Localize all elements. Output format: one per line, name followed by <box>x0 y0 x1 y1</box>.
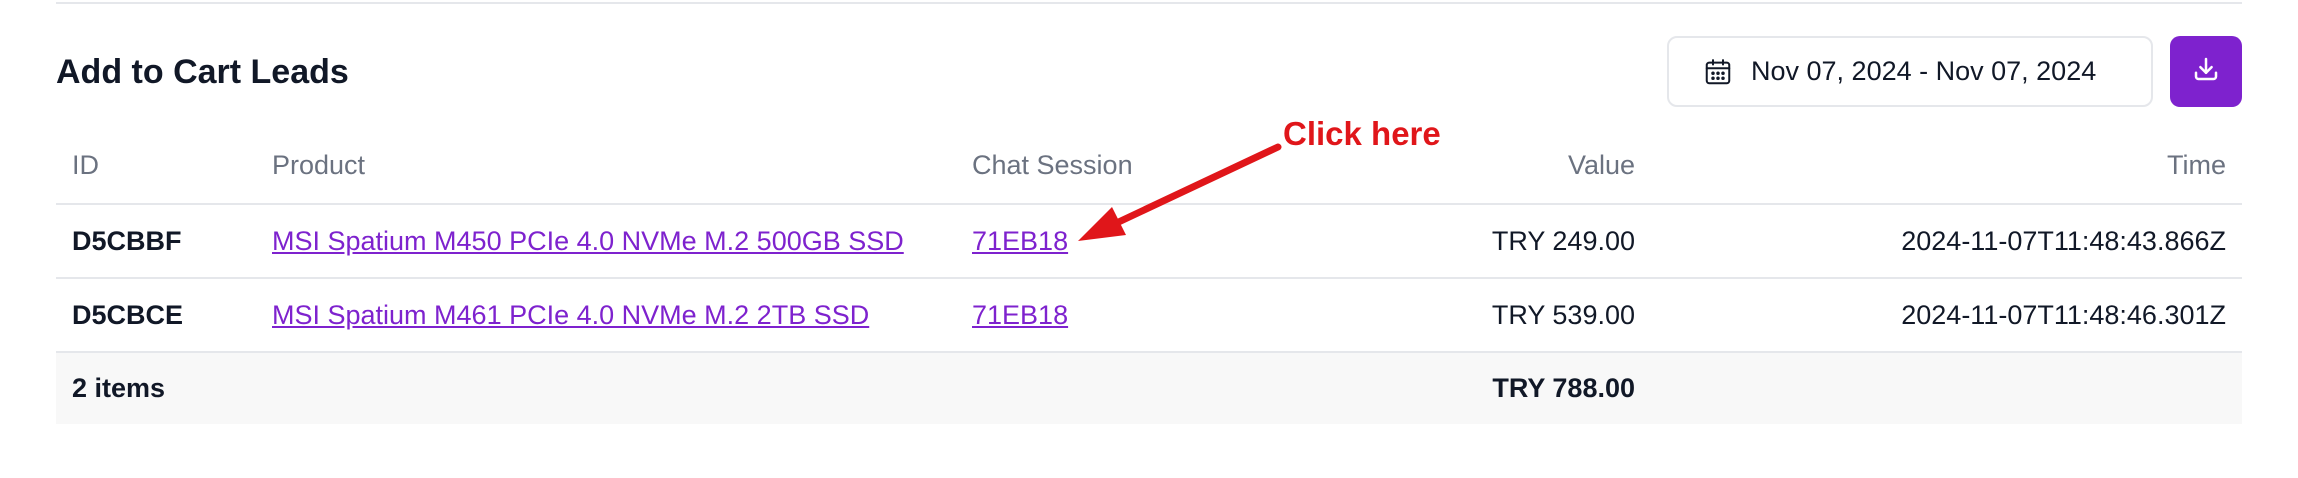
total-value: TRY 788.00 <box>1191 352 1651 424</box>
product-link[interactable]: MSI Spatium M450 PCIe 4.0 NVMe M.2 500GB… <box>272 226 904 256</box>
chat-session-link[interactable]: 71EB18 <box>972 226 1068 256</box>
lead-time: 2024-11-07T11:48:46.301Z <box>1651 278 2242 353</box>
top-divider <box>56 2 2242 4</box>
download-button[interactable] <box>2170 36 2242 107</box>
product-link[interactable]: MSI Spatium M461 PCIe 4.0 NVMe M.2 2TB S… <box>272 300 869 330</box>
annotation-label: Click here <box>1283 115 1441 152</box>
lead-value: TRY 539.00 <box>1191 278 1651 353</box>
item-count: 2 items <box>56 352 256 424</box>
chat-session-link[interactable]: 71EB18 <box>972 300 1068 330</box>
lead-id: D5CBBF <box>56 204 256 279</box>
page-title: Add to Cart Leads <box>56 53 349 91</box>
date-range-picker[interactable]: Nov 07, 2024 - Nov 07, 2024 <box>1667 36 2153 107</box>
column-header-time: Time <box>1651 128 2242 205</box>
lead-time: 2024-11-07T11:48:43.866Z <box>1651 204 2242 279</box>
column-header-product: Product <box>256 128 956 205</box>
lead-id: D5CBCE <box>56 278 256 353</box>
column-header-id: ID <box>56 128 256 205</box>
download-icon <box>2191 54 2221 89</box>
table-row: D5CBCE MSI Spatium M461 PCIe 4.0 NVMe M.… <box>56 278 2242 353</box>
calendar-icon <box>1703 57 1733 87</box>
date-range-text: Nov 07, 2024 - Nov 07, 2024 <box>1751 56 2097 86</box>
annotation-arrow-icon <box>1078 143 1282 241</box>
table-footer-row: 2 items TRY 788.00 <box>56 352 2242 424</box>
